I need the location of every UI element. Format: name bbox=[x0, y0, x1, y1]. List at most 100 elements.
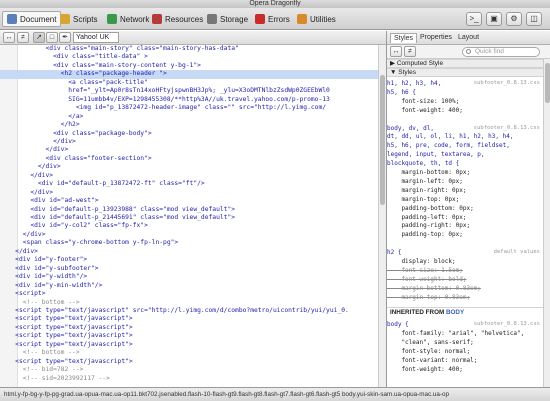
style-declaration[interactable]: padding-top: 0px; bbox=[387, 231, 543, 238]
style-declaration[interactable]: h2 {default values bbox=[387, 249, 543, 256]
dom-node-row[interactable]: </div> bbox=[0, 248, 378, 256]
inherited-declaration[interactable]: font-variant: normal; bbox=[387, 357, 543, 364]
styles-header[interactable]: ▼ Styles bbox=[387, 68, 543, 77]
style-declaration[interactable]: padding-bottom: 0px; bbox=[387, 205, 543, 212]
inherited-declaration[interactable]: body {subfooter_0.8.13.css bbox=[387, 321, 543, 328]
style-declaration[interactable]: padding-left: 0px; bbox=[387, 214, 543, 221]
dom-node-row[interactable]: <div id="default-p_13872472-ft" class="f… bbox=[0, 180, 378, 188]
dom-node-row[interactable]: <script type="text/javascript"> bbox=[0, 332, 378, 340]
dom-node-row[interactable]: </div> bbox=[0, 172, 378, 180]
styles-scrollbar[interactable] bbox=[543, 59, 550, 387]
dom-node-row[interactable]: <div id="default-p_13923988" class="mod … bbox=[0, 206, 378, 214]
side-button-1[interactable]: ↔ bbox=[390, 46, 402, 57]
style-declaration[interactable]: body, dv, dl, subfooter_0.8.13.css bbox=[387, 125, 543, 132]
style-declaration[interactable]: font-weight: 400; bbox=[387, 107, 543, 114]
dom-node-row[interactable]: <h2 class="package-header "> bbox=[0, 70, 378, 79]
dom-node-row[interactable]: href="_ylt=Ap0r8sTn14xoHFtyjspwnBH3Jp%; … bbox=[0, 87, 378, 95]
dom-node-row[interactable]: </h2> bbox=[0, 121, 378, 129]
expand-button[interactable]: ↔ bbox=[3, 32, 15, 43]
dom-node-row[interactable]: <div id="default-p_21445691" class="mod … bbox=[0, 214, 378, 222]
dom-node-row[interactable]: <span class="y-chrome-bottom y-fp-ln-pg"… bbox=[0, 239, 378, 247]
dom-node-row[interactable]: <script type="text/javascript"> bbox=[0, 341, 378, 349]
dom-node-row[interactable]: <script type="text/javascript" src="http… bbox=[0, 307, 378, 315]
collapse-button[interactable]: ≠ bbox=[17, 32, 29, 43]
inherited-declaration[interactable]: font-style: normal; bbox=[387, 348, 543, 355]
style-declaration[interactable] bbox=[387, 240, 543, 247]
dom-node-row[interactable]: <div id="y-subfooter"> bbox=[0, 265, 378, 273]
dom-scroll-thumb[interactable] bbox=[380, 75, 385, 205]
dom-node-row[interactable]: <div id="y-footer"> bbox=[0, 256, 378, 264]
tab-network[interactable]: Network bbox=[103, 11, 153, 27]
styles-scroll-thumb[interactable] bbox=[545, 63, 550, 103]
dom-node-row[interactable]: <script type="text/javascript"> bbox=[0, 324, 378, 332]
dom-node-row[interactable]: <!-- bottom --> bbox=[0, 349, 378, 357]
tab-properties[interactable]: Properties bbox=[417, 33, 455, 43]
dom-node-row[interactable]: <div id="y-min-width"/> bbox=[0, 282, 378, 290]
select-element-button[interactable]: ↗ bbox=[33, 32, 45, 43]
style-declaration[interactable]: h5, h6, pre, code, form, fieldset, bbox=[387, 142, 543, 149]
style-declaration[interactable]: font-size: 100%; bbox=[387, 98, 543, 105]
console-button[interactable]: >_ bbox=[466, 12, 482, 26]
dom-node-row[interactable]: <!-- bottom --> bbox=[0, 299, 378, 307]
tab-storage[interactable]: Storage bbox=[203, 11, 252, 27]
quick-find-input[interactable]: Quick find bbox=[462, 47, 540, 57]
stylesheet-link[interactable]: subfooter_0.8.13.css bbox=[474, 321, 540, 328]
style-declaration[interactable]: margin-bottom: 0px; bbox=[387, 169, 543, 176]
style-declaration[interactable]: dt, dd, ul, ol, li, h1, h2, h3, h4, bbox=[387, 133, 543, 140]
toggle-button[interactable]: ◫ bbox=[526, 12, 542, 26]
style-declaration[interactable]: font-size: 1.5em; bbox=[387, 267, 543, 274]
dom-scrollbar[interactable] bbox=[378, 45, 386, 387]
style-declaration[interactable]: margin-top: 0.83em; bbox=[387, 294, 543, 301]
stylesheet-link[interactable]: subfooter_0.8.13.css bbox=[474, 80, 540, 87]
window-select[interactable]: Yahoo! UK bbox=[73, 32, 119, 43]
inherited-declaration[interactable]: font-weight: 400; bbox=[387, 366, 543, 373]
inherited-declaration[interactable]: "clean", sans-serif; bbox=[387, 339, 543, 346]
dom-node-row[interactable]: <div class="package-body"> bbox=[0, 130, 378, 138]
computed-style-header[interactable]: ▶ Computed Style bbox=[387, 59, 543, 68]
dom-node-row[interactable]: <img id="p_13872472-header-image" class=… bbox=[0, 104, 378, 112]
dom-node-row[interactable]: SIG=11umbb4v/EXP=1298455308/**http%3A//u… bbox=[0, 96, 378, 104]
style-declaration[interactable]: font-weight: bold; bbox=[387, 276, 543, 283]
dom-node-row[interactable]: <div class="main-story-content y-bg-1"> bbox=[0, 62, 378, 70]
style-declaration[interactable]: display: block; bbox=[387, 258, 543, 265]
dom-node-row[interactable]: <!-- sid=2023992117 --> bbox=[0, 375, 378, 383]
style-declaration[interactable]: h5, h6 { bbox=[387, 89, 543, 96]
window-button[interactable]: ▣ bbox=[486, 12, 502, 26]
edit-button[interactable]: ✒ bbox=[59, 32, 71, 43]
dom-node-row[interactable]: <script type="text/javascript"> bbox=[0, 315, 378, 323]
stylesheet-link[interactable]: default values bbox=[494, 249, 540, 256]
dom-node-row[interactable]: </div> bbox=[0, 163, 378, 171]
dom-node-row[interactable]: <script type="text/javascript"> bbox=[0, 358, 378, 366]
dom-node-row[interactable]: <div class="title-data" > bbox=[0, 53, 378, 61]
dom-node-row[interactable]: </div> bbox=[0, 138, 378, 146]
highlight-button[interactable]: □ bbox=[46, 32, 58, 43]
dom-node-row[interactable]: <div id="ad-west"> bbox=[0, 197, 378, 205]
side-button-2[interactable]: ≠ bbox=[404, 46, 416, 57]
settings-button[interactable]: ⚙ bbox=[506, 12, 522, 26]
stylesheet-link[interactable]: subfooter_0.8.13.css bbox=[474, 125, 540, 132]
dom-node-row[interactable]: </div> bbox=[0, 231, 378, 239]
style-declaration[interactable]: blockquote, th, td { bbox=[387, 160, 543, 167]
style-declaration[interactable]: h1, h2, h3, h4, subfooter_0.8.13.css bbox=[387, 80, 543, 87]
dom-node-row[interactable]: <div class="main-story" class="main-stor… bbox=[0, 45, 378, 53]
tab-styles[interactable]: Styles bbox=[390, 33, 418, 43]
style-declaration[interactable]: margin-right: 0px; bbox=[387, 187, 543, 194]
tab-document[interactable]: Document bbox=[2, 11, 62, 27]
style-declaration[interactable]: margin-left: 0px; bbox=[387, 178, 543, 185]
inherited-declaration[interactable]: font-family: "arial", "helvetica", bbox=[387, 330, 543, 337]
style-declaration[interactable]: legend, input, textarea, p, bbox=[387, 151, 543, 158]
dom-node-row[interactable]: </div> bbox=[0, 146, 378, 154]
tab-errors[interactable]: Errors bbox=[251, 11, 294, 27]
tab-layout[interactable]: Layout bbox=[455, 33, 482, 43]
dom-node-row[interactable]: <a class="pack-title" bbox=[0, 79, 378, 87]
style-declaration[interactable] bbox=[387, 116, 543, 123]
dom-node-row[interactable]: <div class="footer-section"> bbox=[0, 155, 378, 163]
style-declaration[interactable]: padding-right: 0px; bbox=[387, 222, 543, 229]
dom-node-row[interactable]: </div> bbox=[0, 189, 378, 197]
tab-resources[interactable]: Resources bbox=[148, 11, 207, 27]
dom-node-row[interactable]: <div id="y-width"/> bbox=[0, 273, 378, 281]
dom-node-row[interactable]: <script> bbox=[0, 290, 378, 298]
tab-scripts[interactable]: Scripts bbox=[56, 11, 101, 27]
tab-utilities[interactable]: Utilities bbox=[293, 11, 340, 27]
dom-node-row[interactable]: <!-- bid=782 --> bbox=[0, 366, 378, 374]
